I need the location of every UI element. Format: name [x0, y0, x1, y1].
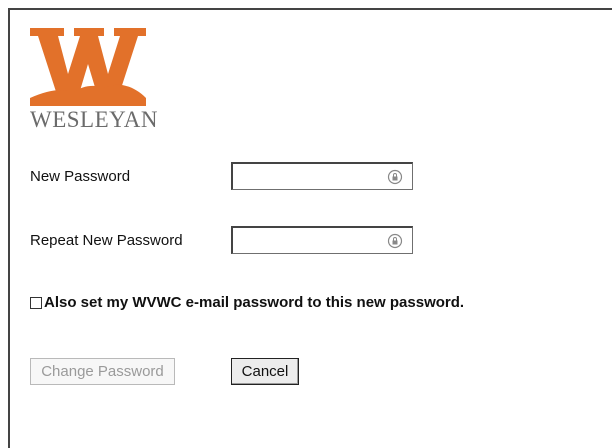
new-password-label: New Password [30, 168, 131, 185]
new-password-input[interactable] [237, 166, 391, 190]
password-reveal-icon[interactable] [387, 233, 403, 249]
repeat-password-label: Repeat New Password [30, 232, 183, 249]
logo-wordmark-text: WESLEYAN [30, 107, 158, 132]
also-set-email-row: Also set my WVWC e-mail password to this… [30, 294, 464, 311]
new-password-field[interactable] [231, 162, 413, 190]
also-set-email-checkbox[interactable] [30, 296, 42, 309]
repeat-password-field[interactable] [231, 226, 413, 254]
cancel-button[interactable]: Cancel [231, 358, 299, 385]
logo-wordmark: WESLEYAN [30, 107, 158, 133]
change-password-button[interactable]: Change Password [30, 358, 175, 385]
also-set-email-label[interactable]: Also set my WVWC e-mail password to this… [44, 294, 464, 311]
password-reveal-icon[interactable] [387, 169, 403, 185]
repeat-password-input[interactable] [237, 230, 391, 254]
